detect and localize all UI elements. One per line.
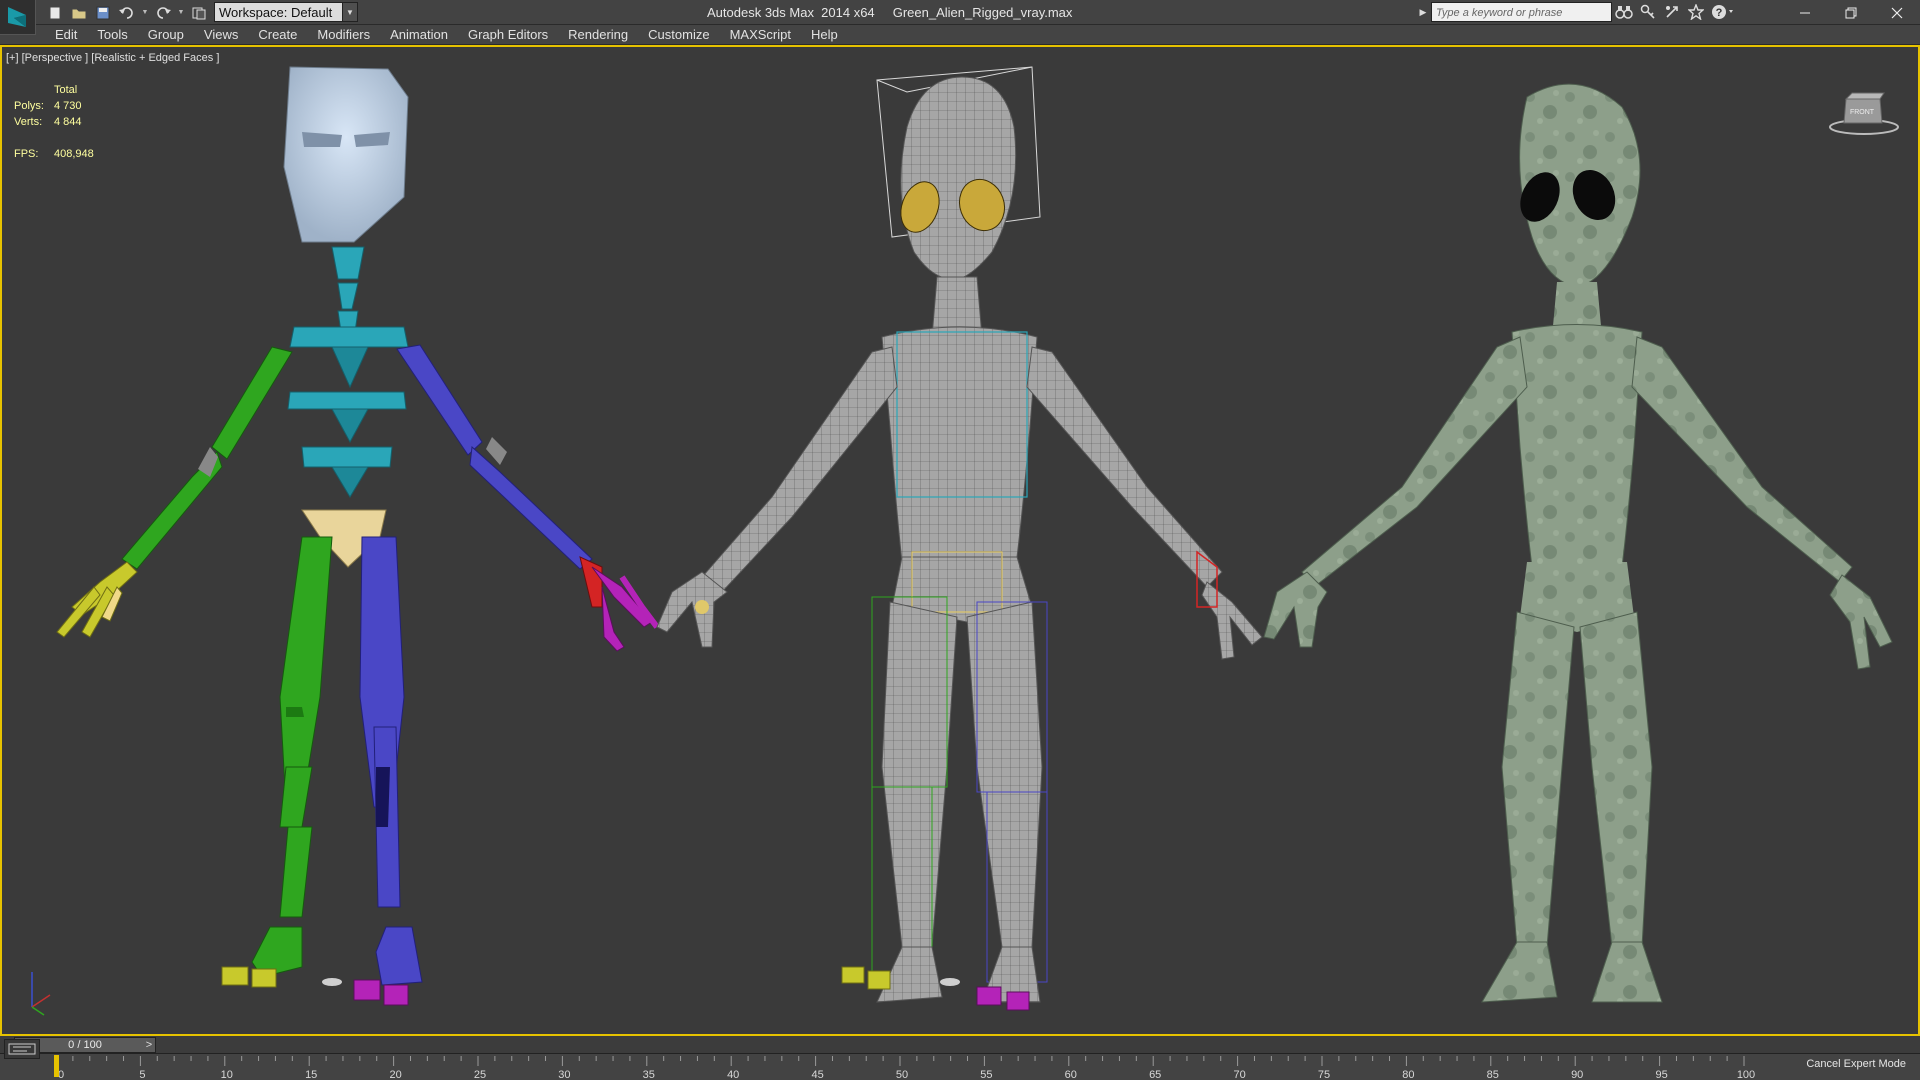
communication-center-icon[interactable] bbox=[1662, 2, 1682, 22]
timeline-panel: < 0 / 100 > 0510152025303540455055606570… bbox=[0, 1036, 1920, 1080]
cancel-expert-mode-button[interactable]: Cancel Expert Mode bbox=[1806, 1058, 1906, 1070]
ruler-tick-label: 30 bbox=[558, 1069, 570, 1080]
wireframe-model bbox=[656, 66, 1263, 1011]
ruler-tick-label: 90 bbox=[1571, 1069, 1583, 1080]
viewport-scene[interactable] bbox=[2, 47, 1918, 1034]
quick-access-toolbar: ▼ ▼ bbox=[44, 2, 210, 23]
ruler-tick-label: 40 bbox=[727, 1069, 739, 1080]
verts-value: 4 844 bbox=[54, 116, 82, 128]
ruler-tick-label: 80 bbox=[1402, 1069, 1414, 1080]
fps-label: FPS: bbox=[14, 148, 39, 160]
favorites-star-icon[interactable] bbox=[1686, 2, 1706, 22]
menu-animation[interactable]: Animation bbox=[380, 25, 458, 45]
menu-graph-editors[interactable]: Graph Editors bbox=[458, 25, 558, 45]
polys-value: 4 730 bbox=[54, 100, 82, 112]
current-frame-marker[interactable] bbox=[54, 1055, 59, 1077]
ruler-tick-label: 15 bbox=[305, 1069, 317, 1080]
textured-alien-model bbox=[1263, 83, 1893, 1003]
frame-ruler[interactable]: 0 5 10 15 20 25 30 35 40 45 50 55 60 65 70 75 80 85 90 95 10… bbox=[54, 1054, 1760, 1080]
ruler-tick-label: 60 bbox=[1065, 1069, 1077, 1080]
menu-views[interactable]: Views bbox=[194, 25, 248, 45]
skeleton-rig bbox=[56, 66, 660, 1006]
viewcube-face-label: FRONT bbox=[1850, 109, 1875, 116]
minimize-icon[interactable] bbox=[1782, 0, 1828, 25]
ruler-tick-label: 35 bbox=[643, 1069, 655, 1080]
menu-modifiers[interactable]: Modifiers bbox=[307, 25, 380, 45]
polys-label: Polys: bbox=[14, 100, 44, 112]
redo-icon[interactable] bbox=[152, 3, 174, 23]
perspective-viewport[interactable]: [+] [Perspective ] [Realistic + Edged Fa… bbox=[0, 45, 1920, 1036]
restore-icon[interactable] bbox=[1828, 0, 1874, 25]
menu-group[interactable]: Group bbox=[138, 25, 194, 45]
save-icon[interactable] bbox=[92, 3, 114, 23]
menu-edit[interactable]: Edit bbox=[37, 25, 87, 45]
ruler-tick-label: 55 bbox=[980, 1069, 992, 1080]
new-file-icon[interactable] bbox=[44, 3, 66, 23]
menu-help[interactable]: Help bbox=[801, 25, 848, 45]
ruler-tick-label: 20 bbox=[389, 1069, 401, 1080]
workspace-dropdown[interactable]: Workspace: Default bbox=[214, 2, 344, 22]
time-slider[interactable]: < 0 / 100 > bbox=[0, 1036, 1920, 1054]
mini-curve-editor-icon[interactable] bbox=[4, 1039, 40, 1059]
title-bar: ▼ ▼ Workspace: Default ▼ Autodesk 3ds Ma… bbox=[0, 0, 1920, 25]
fps-value: 408,948 bbox=[54, 148, 94, 160]
application-menu-button[interactable] bbox=[0, 0, 36, 35]
ruler-tick-label: 75 bbox=[1318, 1069, 1330, 1080]
rig-head bbox=[283, 66, 409, 243]
menu-create[interactable]: Create bbox=[248, 25, 307, 45]
menu-bar: Edit Tools Group Views Create Modifiers … bbox=[37, 25, 1920, 45]
menu-maxscript[interactable]: MAXScript bbox=[720, 25, 801, 45]
ruler-tick-label: 70 bbox=[1233, 1069, 1245, 1080]
ruler-tick-label: 85 bbox=[1487, 1069, 1499, 1080]
ruler-tick-label: 65 bbox=[1149, 1069, 1161, 1080]
ruler-tick-label: 45 bbox=[811, 1069, 823, 1080]
ruler-tick-label: 100 bbox=[1737, 1069, 1755, 1080]
ruler-tick-label: 95 bbox=[1655, 1069, 1667, 1080]
menu-tools[interactable]: Tools bbox=[87, 25, 137, 45]
menu-customize[interactable]: Customize bbox=[638, 25, 719, 45]
redo-dropdown-icon[interactable]: ▼ bbox=[176, 3, 186, 23]
info-center-toolbar: ? bbox=[1614, 2, 1738, 22]
window-controls bbox=[1782, 0, 1920, 25]
time-slider-next-button[interactable]: > bbox=[142, 1037, 156, 1053]
workspace-dropdown-arrow-icon[interactable]: ▼ bbox=[342, 2, 358, 22]
undo-dropdown-icon[interactable]: ▼ bbox=[140, 3, 150, 23]
window-title: Autodesk 3ds Max 2014 x64 Green_Alien_Ri… bbox=[707, 5, 1073, 20]
ruler-tick-label: 5 bbox=[139, 1069, 145, 1080]
viewcube[interactable]: FRONT bbox=[1828, 87, 1900, 137]
key-icon[interactable] bbox=[1638, 2, 1658, 22]
statistics-overlay: Total Polys: 4 730 Verts: 4 844 FPS: 408,94… bbox=[14, 82, 94, 162]
search-box[interactable] bbox=[1431, 2, 1612, 22]
ruler-tick-label: 50 bbox=[896, 1069, 908, 1080]
close-icon[interactable] bbox=[1874, 0, 1920, 25]
binoculars-icon[interactable] bbox=[1614, 2, 1634, 22]
undo-icon[interactable] bbox=[116, 3, 138, 23]
ruler-tick-label: 10 bbox=[221, 1069, 233, 1080]
menu-rendering[interactable]: Rendering bbox=[558, 25, 638, 45]
help-icon[interactable]: ? bbox=[1710, 2, 1738, 22]
open-folder-icon[interactable] bbox=[68, 3, 90, 23]
stats-header: Total bbox=[54, 84, 78, 96]
viewport-label-menu[interactable]: [+] [Perspective ] [Realistic + Edged Fa… bbox=[6, 52, 219, 64]
svg-text:?: ? bbox=[1716, 7, 1723, 19]
axis-tripod-icon bbox=[31, 972, 51, 1016]
project-folder-icon[interactable] bbox=[188, 3, 210, 23]
search-expand-icon[interactable]: ▶ bbox=[1418, 5, 1428, 19]
3ds-max-logo-icon bbox=[8, 7, 26, 27]
search-input[interactable] bbox=[1432, 4, 1611, 22]
ruler-tick-label: 25 bbox=[474, 1069, 486, 1080]
verts-label: Verts: bbox=[14, 116, 43, 128]
